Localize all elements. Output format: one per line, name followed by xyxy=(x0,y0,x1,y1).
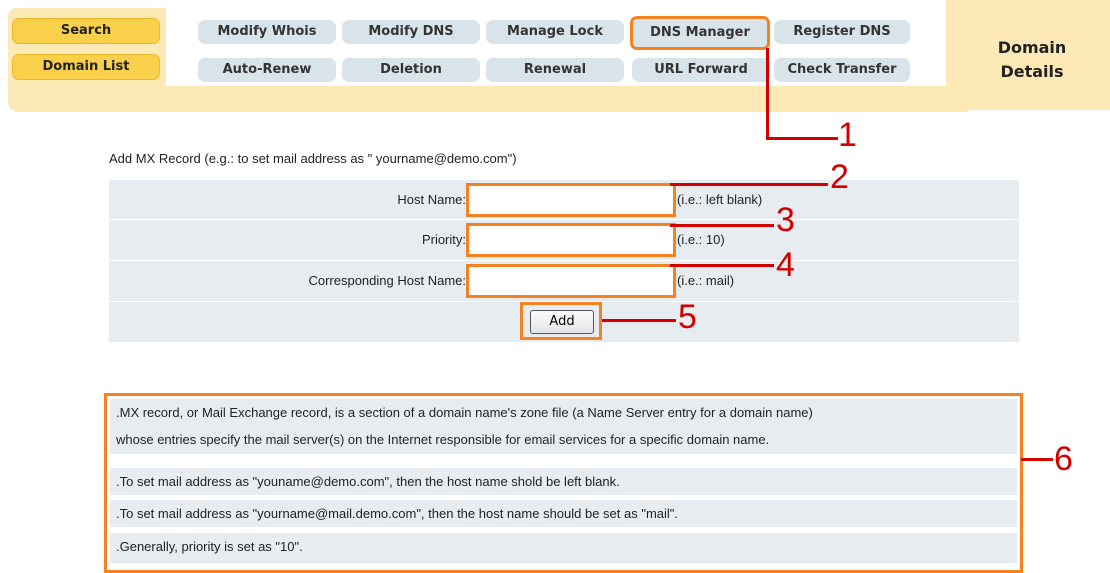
tab-deletion[interactable]: Deletion xyxy=(342,58,480,82)
tab-check-transfer[interactable]: Check Transfer xyxy=(774,58,910,82)
host-name-input[interactable] xyxy=(466,183,676,217)
callout-number-4: 4 xyxy=(776,246,795,284)
tab-register-dns[interactable]: Register DNS xyxy=(774,20,910,44)
callout-line-5 xyxy=(602,319,676,322)
nav-bottom-strip xyxy=(8,86,968,110)
callout-number-2: 2 xyxy=(830,158,849,196)
domain-details-line1: Domain xyxy=(997,38,1067,57)
form-row-host-name: Host Name: (i.e.: left blank) xyxy=(109,180,1019,219)
add-button-highlight: Add xyxy=(520,302,602,340)
callout-line-3 xyxy=(670,224,774,227)
domain-details-line2: Details xyxy=(1000,62,1064,81)
tab-modify-whois[interactable]: Modify Whois xyxy=(198,20,336,44)
tab-dns-manager[interactable]: DNS Manager xyxy=(630,16,770,50)
add-button[interactable]: Add xyxy=(530,310,594,334)
callout-line-4 xyxy=(670,264,774,267)
form-row-corresponding-host: Corresponding Host Name: (i.e.: mail) xyxy=(109,261,1019,301)
search-button[interactable]: Search xyxy=(12,18,160,44)
callout-number-1: 1 xyxy=(838,116,857,154)
callout-number-5: 5 xyxy=(678,298,697,336)
form-row-priority: Priority: (i.e.: 10) xyxy=(109,220,1019,260)
priority-input[interactable] xyxy=(466,223,676,257)
tab-url-forward[interactable]: URL Forward xyxy=(632,58,770,82)
callout-line-2 xyxy=(670,183,828,186)
mx-info-box: .MX record, or Mail Exchange record, is … xyxy=(104,393,1023,573)
info-row-blank-host: .To set mail address as "youname@demo.co… xyxy=(110,468,1017,495)
form-caption: Add MX Record (e.g.: to set mail address… xyxy=(109,151,517,166)
info-line-1: .MX record, or Mail Exchange record, is … xyxy=(116,405,813,420)
tab-renewal[interactable]: Renewal xyxy=(486,58,624,82)
tab-modify-dns[interactable]: Modify DNS xyxy=(342,20,480,44)
tab-auto-renew[interactable]: Auto-Renew xyxy=(198,58,336,82)
host-name-label: Host Name: xyxy=(397,192,466,207)
callout-line-1 xyxy=(766,48,769,140)
info-row-priority: .Generally, priority is set as "10". xyxy=(110,533,1017,563)
domain-list-button[interactable]: Domain List xyxy=(12,54,160,80)
info-row-mail-host: .To set mail address as "yourname@mail.d… xyxy=(110,500,1017,527)
corresponding-host-label: Corresponding Host Name: xyxy=(308,273,466,288)
domain-details-title: Domain Details xyxy=(962,36,1102,84)
host-name-hint: (i.e.: left blank) xyxy=(677,192,763,207)
callout-number-3: 3 xyxy=(776,201,795,239)
corresponding-host-input[interactable] xyxy=(466,264,676,298)
callout-line-1-h xyxy=(766,137,838,140)
info-line-2: whose entries specify the mail server(s)… xyxy=(116,432,770,447)
callout-line-6 xyxy=(1021,458,1053,461)
info-row-definition: .MX record, or Mail Exchange record, is … xyxy=(110,399,1017,454)
priority-label: Priority: xyxy=(421,232,466,247)
corresponding-host-hint: (i.e.: mail) xyxy=(677,273,735,288)
callout-number-6: 6 xyxy=(1054,440,1073,478)
tab-manage-lock[interactable]: Manage Lock xyxy=(486,20,624,44)
